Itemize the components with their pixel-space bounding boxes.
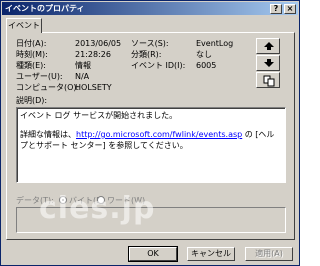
source-value: EventLog	[196, 39, 234, 48]
watermark: cles.jp	[39, 191, 156, 226]
help-button[interactable]: ?	[270, 4, 282, 14]
type-label: 種類(E):	[16, 61, 46, 70]
computer-value: HOLSETY	[75, 83, 112, 92]
description-textbox[interactable]: イベント ログ サービスが開始されました。 詳細な情報は、http://go.m…	[16, 107, 286, 183]
next-event-button[interactable]	[256, 55, 280, 71]
cancel-button[interactable]: キャンセル	[187, 247, 235, 261]
description-label: 説明(D):	[16, 96, 48, 105]
window-title: イベントのプロパティ	[5, 4, 85, 13]
description-line-2: 詳細な情報は、http://go.microsoft.com/fwlink/ev…	[20, 129, 282, 151]
arrow-up-icon	[264, 42, 274, 50]
time-label: 時刻(M):	[16, 50, 48, 59]
previous-event-button[interactable]	[256, 38, 280, 54]
description-prefix: 詳細な情報は、	[20, 130, 76, 139]
close-button[interactable]: ×	[284, 4, 296, 14]
copy-button[interactable]	[256, 72, 280, 88]
date-value: 2013/06/05	[75, 39, 122, 48]
ok-button[interactable]: OK	[128, 246, 178, 262]
computer-label: コンピュータ(O):	[16, 83, 80, 92]
user-value: N/A	[75, 72, 90, 81]
arrow-down-icon	[264, 59, 274, 67]
time-value: 21:28:26	[75, 50, 111, 59]
event-id-label: イベント ID(I):	[131, 61, 186, 70]
user-label: ユーザー(U):	[16, 72, 63, 81]
tab-event[interactable]: イベント	[6, 18, 42, 33]
category-value: なし	[196, 50, 212, 59]
event-id-value: 6005	[196, 61, 217, 70]
type-value: 情報	[75, 61, 91, 70]
apply-button[interactable]: 適用(A)	[245, 247, 293, 261]
description-line-1: イベント ログ サービスが開始されました。	[20, 111, 178, 120]
event-properties-window: イベントのプロパティ ? × イベント 日付(A): 2013/06/05 時刻…	[0, 0, 300, 266]
title-bar[interactable]: イベントのプロパティ ? ×	[2, 2, 298, 15]
category-label: 分類(R):	[131, 50, 162, 59]
copy-icon	[263, 75, 275, 87]
source-label: ソース(S):	[131, 39, 169, 48]
date-label: 日付(A):	[16, 39, 47, 48]
help-link[interactable]: http://go.microsoft.com/fwlink/events.as…	[76, 130, 242, 139]
